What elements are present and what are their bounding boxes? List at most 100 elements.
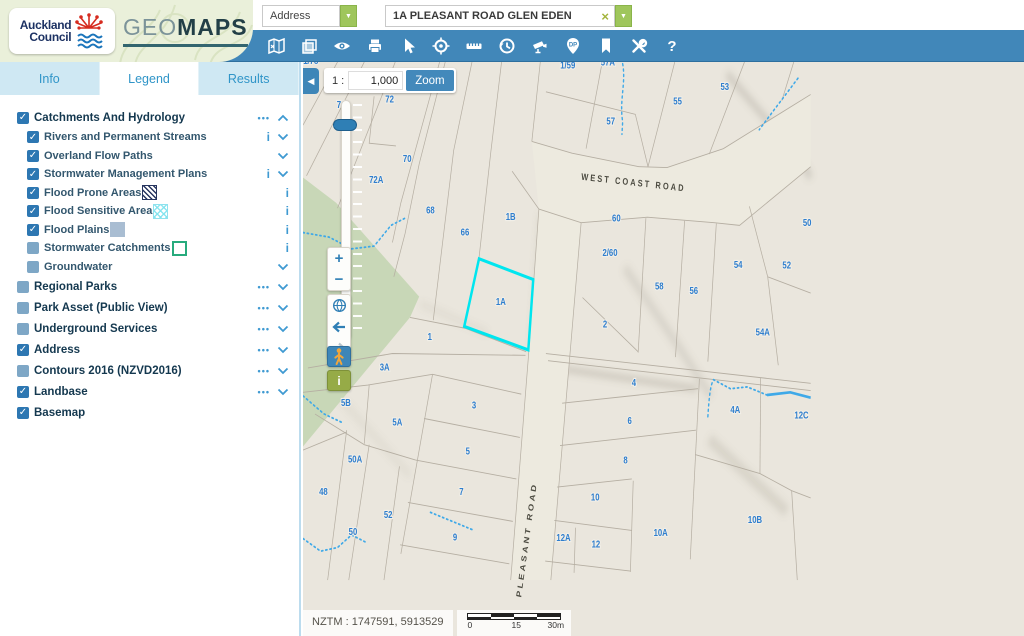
history-tool-button[interactable] (497, 36, 517, 56)
visibility-eye-tool-button[interactable] (332, 36, 352, 56)
chevron-down-icon[interactable] (277, 388, 289, 396)
layer-info-icon[interactable]: i (267, 167, 270, 181)
search-category-select[interactable]: Address (262, 5, 340, 27)
layer-checkbox[interactable] (17, 364, 29, 377)
layer-checkbox[interactable]: ✓ (17, 111, 29, 124)
map-info-button[interactable]: i (327, 370, 351, 391)
layer-menu-icon[interactable]: ••• (258, 324, 270, 334)
layer-row-contours-2016-nzvd2016-[interactable]: Contours 2016 (NZVD2016) ••• (0, 360, 299, 381)
search-input[interactable] (386, 10, 597, 22)
pointer-tool-button[interactable] (398, 36, 418, 56)
layer-checkbox[interactable]: ✓ (17, 406, 29, 419)
chevron-down-icon[interactable] (277, 325, 289, 333)
layer-row-flood-plains[interactable]: ✓ Flood Plains i (0, 221, 299, 240)
layer-menu-icon[interactable]: ••• (258, 113, 270, 123)
tab-info[interactable]: Info (0, 62, 100, 95)
scale-input[interactable] (348, 71, 404, 90)
layer-row-icons: ••• (258, 113, 289, 123)
chevron-down-icon[interactable] (277, 367, 289, 375)
layer-checkbox[interactable] (17, 322, 29, 335)
tools-tool-button[interactable] (629, 36, 649, 56)
print-tool-button[interactable] (365, 36, 385, 56)
map-viewport[interactable]: WEST COAST ROADPLEASANT ROAD 1/787472707… (303, 62, 1024, 636)
parcel-label: 2/60 (602, 247, 617, 258)
chevron-down-icon[interactable] (277, 170, 289, 178)
layer-checkbox[interactable] (27, 242, 39, 255)
zoom-in-button[interactable]: + (328, 248, 350, 269)
layer-checkbox[interactable]: ✓ (27, 168, 39, 181)
webcam-tool-button[interactable] (530, 36, 550, 56)
search-dropdown-button[interactable]: ▼ (615, 5, 632, 27)
layer-row-regional-parks[interactable]: Regional Parks ••• (0, 276, 299, 297)
layer-checkbox[interactable] (17, 280, 29, 293)
chevron-down-icon[interactable] (277, 283, 289, 291)
layer-row-groundwater[interactable]: Groundwater (0, 258, 299, 277)
layer-menu-icon[interactable]: ••• (258, 282, 270, 292)
locate-tool-button[interactable] (431, 36, 451, 56)
parcel-label: 5A (392, 417, 402, 428)
layer-row-flood-prone-areas[interactable]: ✓ Flood Prone Areas i (0, 184, 299, 203)
layer-menu-icon[interactable]: ••• (258, 345, 270, 355)
layer-info-icon[interactable]: i (267, 130, 270, 144)
category-dropdown-button[interactable]: ▼ (340, 5, 357, 27)
map-canvas[interactable]: WEST COAST ROADPLEASANT ROAD 1/787472707… (303, 62, 1024, 636)
chevron-down-icon[interactable] (277, 263, 289, 271)
layer-checkbox[interactable]: ✓ (27, 131, 39, 144)
chevron-up-icon[interactable] (277, 114, 289, 122)
layer-info-icon[interactable]: i (286, 204, 289, 218)
layer-info-icon[interactable]: i (286, 186, 289, 200)
layer-row-icons: ••• (258, 345, 289, 355)
chevron-down-icon[interactable] (277, 152, 289, 160)
zoom-button[interactable]: Zoom (406, 70, 454, 91)
zoom-out-button[interactable]: − (328, 269, 350, 290)
layer-checkbox[interactable]: ✓ (27, 149, 39, 162)
layer-menu-icon[interactable]: ••• (258, 303, 270, 313)
layer-info-icon[interactable]: i (286, 223, 289, 237)
layers-tool-button[interactable] (299, 36, 319, 56)
sidebar-collapse-button[interactable]: ◀ (303, 68, 319, 94)
tab-legend[interactable]: Legend (99, 62, 200, 95)
tab-results[interactable]: Results (199, 62, 300, 95)
layer-checkbox[interactable] (17, 301, 29, 314)
pointer-icon (405, 38, 415, 54)
auckland-council-logo[interactable]: Auckland Council (9, 8, 115, 54)
measure-tool-button[interactable] (464, 36, 484, 56)
dp-pin-tool-button[interactable]: DP (563, 36, 583, 56)
zoom-buttons-box: + − (327, 247, 351, 291)
chevron-down-icon[interactable] (277, 133, 289, 141)
layer-row-overland-flow-paths[interactable]: ✓ Overland Flow Paths (0, 147, 299, 166)
bookmark-tool-button[interactable] (596, 36, 616, 56)
layer-checkbox[interactable]: ✓ (17, 385, 29, 398)
clear-search-icon[interactable]: × (596, 9, 614, 24)
layer-menu-icon[interactable]: ••• (258, 387, 270, 397)
parcel-label: 55 (673, 95, 682, 106)
map-status-bar: NZTM : 1747591, 5913529 0 15 30m (303, 610, 572, 636)
full-extent-button[interactable] (328, 295, 350, 316)
layer-row-rivers-and-permanent-streams[interactable]: ✓ Rivers and Permanent Streams i (0, 128, 299, 147)
layer-checkbox[interactable]: ✓ (27, 186, 39, 199)
chevron-down-icon[interactable] (277, 346, 289, 354)
layer-checkbox[interactable] (27, 260, 39, 273)
layer-row-catchments-and-hydrology[interactable]: ✓ Catchments And Hydrology ••• (0, 107, 299, 128)
layer-row-flood-sensitive-area[interactable]: ✓ Flood Sensitive Area i (0, 202, 299, 221)
basemap-tool-button[interactable] (266, 36, 286, 56)
layer-row-icons (277, 152, 289, 160)
layer-row-stormwater-management-plans[interactable]: ✓ Stormwater Management Plans i (0, 165, 299, 184)
layer-row-underground-services[interactable]: Underground Services ••• (0, 318, 299, 339)
layer-row-icons: i (267, 167, 289, 181)
street-view-button[interactable] (327, 346, 351, 367)
layer-row-park-asset-public-view-[interactable]: Park Asset (Public View) ••• (0, 297, 299, 318)
layer-row-landbase[interactable]: ✓ Landbase ••• (0, 381, 299, 402)
help-tool-button[interactable]: ? (662, 36, 682, 56)
layer-checkbox[interactable]: ✓ (27, 223, 39, 236)
zoom-slider-thumb[interactable] (333, 119, 357, 131)
layer-menu-icon[interactable]: ••• (258, 366, 270, 376)
layer-checkbox[interactable]: ✓ (17, 343, 29, 356)
layer-checkbox[interactable]: ✓ (27, 205, 39, 218)
layer-info-icon[interactable]: i (286, 241, 289, 255)
chevron-down-icon[interactable] (277, 304, 289, 312)
layer-row-stormwater-catchments[interactable]: Stormwater Catchments i (0, 239, 299, 258)
back-extent-button[interactable] (328, 316, 350, 337)
layer-row-address[interactable]: ✓ Address ••• (0, 339, 299, 360)
layer-row-basemap[interactable]: ✓ Basemap (0, 402, 299, 423)
